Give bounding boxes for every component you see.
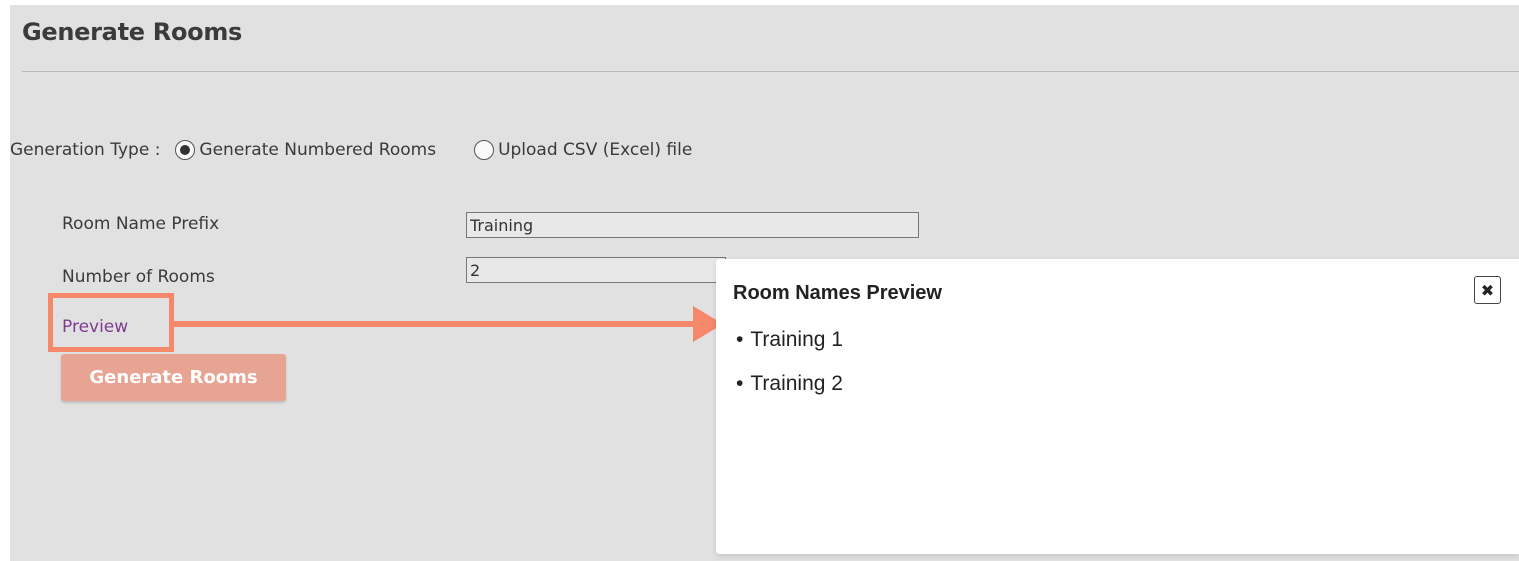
- radio-button-checked[interactable]: [175, 140, 196, 160]
- room-name: Training 2: [750, 372, 843, 395]
- number-of-rooms-input[interactable]: [466, 257, 726, 283]
- list-item: • Training 1: [736, 327, 843, 371]
- room-names-preview-modal: Room Names Preview ✖ • Training 1 • Trai…: [716, 259, 1519, 554]
- list-item: • Training 2: [736, 371, 843, 415]
- title-divider: [22, 71, 1519, 72]
- generate-rooms-button[interactable]: Generate Rooms: [61, 354, 286, 401]
- highlight-box: [48, 293, 174, 352]
- radio-button-unchecked[interactable]: [474, 140, 495, 160]
- bullet-icon: •: [736, 328, 744, 351]
- generation-type-label: Generation Type :: [10, 140, 161, 160]
- bullet-icon: •: [736, 372, 744, 395]
- room-name: Training 1: [750, 328, 843, 351]
- generation-type-row: Generation Type : Generate Numbered Room…: [10, 138, 730, 162]
- page-title: Generate Rooms: [22, 18, 243, 46]
- radio-upload-csv[interactable]: Upload CSV (Excel) file: [474, 140, 692, 160]
- radio-label-numbered-rooms: Generate Numbered Rooms: [199, 140, 437, 160]
- close-icon[interactable]: ✖: [1474, 276, 1501, 304]
- room-names-list: • Training 1 • Training 2: [736, 327, 843, 415]
- annotation-arrow-line: [174, 321, 704, 327]
- room-name-prefix-label: Room Name Prefix: [62, 214, 220, 234]
- modal-title: Room Names Preview: [733, 282, 942, 304]
- number-of-rooms-label: Number of Rooms: [62, 267, 215, 287]
- room-name-prefix-input[interactable]: [466, 212, 919, 238]
- radio-label-upload-csv: Upload CSV (Excel) file: [498, 140, 693, 160]
- radio-generate-numbered-rooms[interactable]: Generate Numbered Rooms: [175, 140, 436, 160]
